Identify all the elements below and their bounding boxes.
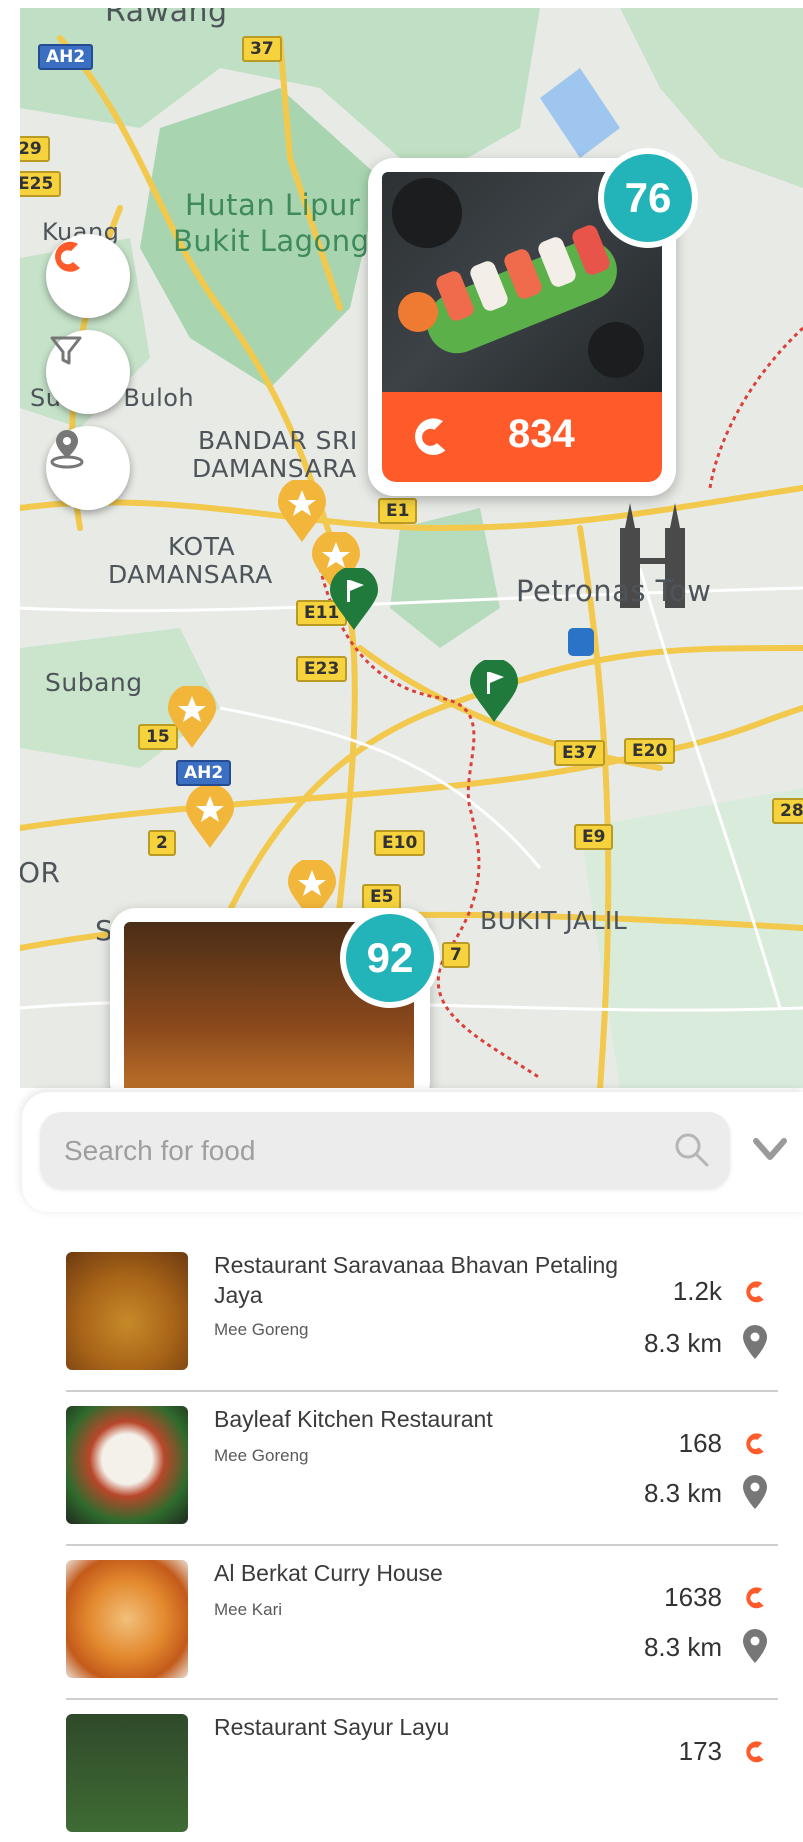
road-shield-ah2-mid: AH2 [176, 760, 232, 786]
checkin-count: 168 [678, 1428, 722, 1458]
map-label-damansara-1: DAMANSARA [192, 454, 357, 483]
road-shield-ah2: AH2 [38, 44, 94, 70]
list-item[interactable]: Restaurant Sayur Layu 173 [66, 1702, 778, 1842]
search-icon[interactable] [672, 1130, 712, 1170]
road-shield-37: 37 [242, 36, 282, 62]
featured-score-bar: 834 [382, 392, 662, 482]
road-shield-2: 2 [148, 830, 176, 856]
my-location-button[interactable] [46, 426, 130, 510]
road-shield-e9: E9 [574, 824, 614, 850]
map-label-damansara-2: DAMANSARA [108, 560, 273, 589]
food-thumbnail [66, 1252, 188, 1370]
star-pin-icon[interactable] [168, 686, 216, 748]
list-divider [66, 1698, 778, 1700]
brand-logo-icon [55, 241, 80, 272]
brand-logo-icon [746, 1587, 764, 1609]
distance: 8.3 km [643, 1328, 722, 1358]
list-divider [66, 1544, 778, 1546]
list-divider [66, 1390, 778, 1392]
road-shield-e25: E25 [20, 171, 62, 197]
road-shield-e20: E20 [624, 738, 676, 764]
flag-pin-icon[interactable] [470, 660, 518, 722]
dish-name: Mee Kari [214, 1600, 283, 1619]
food-thumbnail [66, 1714, 188, 1832]
dish-name: Mee Goreng [214, 1446, 309, 1465]
checkin-count: 173 [678, 1736, 722, 1766]
restaurant-name: Bayleaf Kitchen Restaurant [214, 1406, 493, 1432]
filter-button[interactable] [46, 330, 130, 414]
road-shield-7: 7 [442, 942, 470, 968]
flag-pin-icon[interactable] [330, 568, 378, 630]
secondary-rank-badge: 92 [340, 908, 440, 1008]
location-pin-icon [50, 430, 84, 469]
checkin-count: 1.2k [672, 1276, 722, 1306]
search-input[interactable] [62, 1112, 646, 1190]
food-thumbnail [66, 1406, 188, 1524]
list-item[interactable]: Al Berkat Curry House Mee Kari 1638 8.3 … [66, 1548, 778, 1688]
road-shield-e10: E10 [374, 830, 426, 856]
road-shield-29: 29 [20, 136, 50, 162]
location-pin-icon [743, 1475, 767, 1509]
brand-logo-icon [415, 418, 446, 455]
featured-score: 834 [508, 412, 575, 456]
restaurant-name: Restaurant Saravanaa Bhavan Petaling Jay… [214, 1252, 619, 1308]
map-label-hutan: Hutan Lipur [185, 188, 361, 222]
map-label-petronas: Petronas Tow [516, 574, 712, 608]
metro-station-icon [568, 628, 594, 656]
map-label-rawang: Rawang [105, 8, 228, 29]
search-sheet [22, 1092, 803, 1212]
road-shield-e23: E23 [296, 656, 348, 682]
distance: 8.3 km [643, 1632, 722, 1662]
map-label-subang: Subang [45, 668, 143, 697]
restaurant-name: Al Berkat Curry House [214, 1560, 443, 1586]
featured-rank-badge: 76 [598, 148, 698, 248]
chevron-down-icon[interactable] [752, 1137, 788, 1163]
list-item[interactable]: Restaurant Saravanaa Bhavan Petaling Jay… [66, 1240, 778, 1380]
map-label-bukit-lagong: Bukit Lagong [173, 224, 370, 258]
restaurant-name: Restaurant Sayur Layu [214, 1714, 450, 1740]
star-pin-icon[interactable] [186, 786, 234, 848]
map-label-or: OR [20, 856, 61, 889]
location-pin-icon [743, 1325, 767, 1359]
map-label-bandar-sri: BANDAR SRI [198, 426, 358, 455]
map-label-bukit-jalil: BUKIT JALIL [480, 906, 628, 935]
road-shield-e1: E1 [378, 498, 418, 524]
road-shield-28: 28 [772, 798, 803, 824]
brand-logo-icon [746, 1433, 764, 1455]
search-bar [40, 1112, 730, 1190]
brand-logo-icon [746, 1281, 764, 1303]
distance: 8.3 km [643, 1478, 722, 1508]
food-thumbnail [66, 1560, 188, 1678]
brand-logo-icon [746, 1741, 764, 1763]
dish-name: Mee Goreng [214, 1320, 309, 1339]
checkin-count: 1638 [664, 1582, 722, 1612]
list-item[interactable]: Bayleaf Kitchen Restaurant Mee Goreng 16… [66, 1394, 778, 1534]
location-pin-icon [743, 1629, 767, 1663]
brand-home-button[interactable] [46, 234, 130, 318]
road-shield-e5: E5 [362, 884, 402, 910]
road-shield-e37: E37 [554, 740, 606, 766]
map-label-kota: KOTA [168, 532, 236, 561]
filter-icon [50, 336, 82, 365]
map-view[interactable]: Rawang Kuang Hutan Lipur Bukit Lagong Su… [20, 8, 803, 1088]
